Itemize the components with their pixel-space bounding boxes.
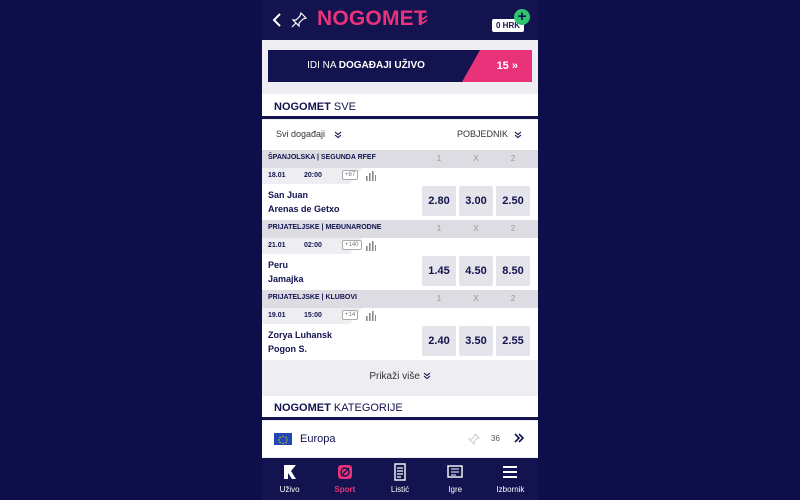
odds-button-2[interactable]: 8.50 bbox=[496, 256, 530, 286]
odds-button-2[interactable]: 2.55 bbox=[496, 326, 530, 356]
match-date: 19.01 bbox=[268, 312, 286, 319]
match-time: 20:00 bbox=[304, 172, 322, 179]
more-markets-badge[interactable]: +140 bbox=[342, 240, 362, 250]
category-label: Europa bbox=[300, 433, 336, 445]
odds-button-1[interactable]: 2.80 bbox=[422, 186, 456, 216]
show-more-button[interactable]: Prikaži više bbox=[262, 362, 538, 392]
pin-icon bbox=[291, 12, 307, 28]
odds-button-1[interactable]: 2.40 bbox=[422, 326, 456, 356]
show-more-label: Prikaži više bbox=[369, 371, 420, 382]
top-header: NOGOMET 0 HRK + bbox=[262, 0, 538, 40]
more-markets-badge[interactable]: +87 bbox=[342, 170, 359, 180]
games-icon bbox=[447, 465, 463, 478]
live-icon bbox=[283, 465, 296, 479]
chevron-down-icon bbox=[423, 372, 431, 380]
stats-icon[interactable] bbox=[366, 171, 376, 181]
pin-icon[interactable] bbox=[468, 433, 480, 445]
live-events-banner[interactable]: IDI NA DOGAĐAJI UŽIVO 15 » bbox=[268, 50, 532, 82]
sport-icon bbox=[337, 465, 352, 479]
league-name: ŠPANJOLSKA | SEGUNDA RFEF bbox=[268, 154, 376, 161]
section-divider bbox=[262, 116, 538, 119]
home-team: Zorya Luhansk bbox=[268, 330, 333, 340]
events-filter-dropdown[interactable]: Svi događaji bbox=[276, 129, 325, 139]
away-team: Jamajka bbox=[268, 274, 304, 284]
double-chevron-right-icon[interactable] bbox=[513, 432, 525, 444]
odds-button-x[interactable]: 4.50 bbox=[459, 256, 493, 286]
pin-button[interactable] bbox=[290, 10, 308, 30]
match-row[interactable]: 19.01 15:00 +14 Zorya Luhansk Pogon S. 2… bbox=[262, 308, 538, 360]
match-date: 21.01 bbox=[268, 242, 286, 249]
nav-item-menu[interactable]: Izbornik bbox=[483, 458, 538, 500]
live-count: 15 » bbox=[496, 60, 518, 72]
page-title[interactable]: NOGOMET bbox=[317, 7, 427, 31]
eu-flag-icon bbox=[274, 433, 292, 445]
nav-label: Igre bbox=[448, 485, 463, 494]
away-team: Arenas de Getxo bbox=[268, 204, 340, 214]
league-header: PRIJATELJSKE | KLUBOVI 1 X 2 bbox=[262, 290, 538, 308]
odds-col-label: 2 bbox=[510, 294, 516, 303]
league-name: PRIJATELJSKE | KLUBOVI bbox=[268, 294, 357, 301]
app-screen: NOGOMET 0 HRK + IDI NA DOGAĐAJI UŽIVO 15… bbox=[262, 0, 538, 500]
nav-label: Listić bbox=[390, 485, 410, 494]
odds-button-2[interactable]: 2.50 bbox=[496, 186, 530, 216]
section-heading-all: NOGOMET SVE bbox=[262, 94, 538, 118]
ticket-icon bbox=[394, 463, 406, 481]
league-header: ŠPANJOLSKA | SEGUNDA RFEF 1 X 2 bbox=[262, 150, 538, 168]
league-header: PRIJATELJSKE | MEĐUNARODNE 1 X 2 bbox=[262, 220, 538, 238]
nav-label: Sport bbox=[334, 485, 356, 494]
stats-icon[interactable] bbox=[366, 311, 376, 321]
odds-col-label: X bbox=[473, 154, 479, 163]
bottom-navigation: Uživo Sport Listić Igre Izbornik bbox=[262, 458, 538, 500]
odds-col-label: X bbox=[473, 224, 479, 233]
section-divider bbox=[262, 417, 538, 420]
odds-col-label: 2 bbox=[510, 224, 516, 233]
match-time: 15:00 bbox=[304, 312, 322, 319]
nav-item-sport[interactable]: Sport bbox=[317, 458, 372, 500]
chevron-left-icon bbox=[272, 13, 281, 27]
odds-col-label: 1 bbox=[436, 224, 442, 233]
chevron-down-icon[interactable] bbox=[334, 131, 342, 139]
live-banner-text: IDI NA DOGAĐAJI UŽIVO bbox=[307, 60, 425, 71]
match-time: 02:00 bbox=[304, 242, 322, 249]
match-row[interactable]: 21.01 02:00 +140 Peru Jamajka 1.45 4.50 … bbox=[262, 238, 538, 290]
nav-label: Izbornik bbox=[496, 485, 525, 494]
category-row-europa[interactable]: Europa 36 bbox=[262, 421, 538, 457]
odds-button-x[interactable]: 3.50 bbox=[459, 326, 493, 356]
nav-item-live[interactable]: Uživo bbox=[262, 458, 317, 500]
double-chevron-right-icon: » bbox=[511, 60, 518, 72]
home-team: Peru bbox=[268, 260, 289, 270]
odds-button-1[interactable]: 1.45 bbox=[422, 256, 456, 286]
section-heading-categories: NOGOMET KATEGORIJE bbox=[262, 396, 538, 418]
nav-item-ticket[interactable]: Listić bbox=[372, 458, 427, 500]
away-team: Pogon S. bbox=[268, 344, 307, 354]
nav-item-games[interactable]: Igre bbox=[428, 458, 483, 500]
match-row[interactable]: 18.01 20:00 +87 San Juan Arenas de Getxo… bbox=[262, 168, 538, 220]
home-team: San Juan bbox=[268, 190, 309, 200]
chevron-down-icon[interactable] bbox=[417, 13, 429, 25]
league-name: PRIJATELJSKE | MEĐUNARODNE bbox=[268, 224, 382, 231]
nav-label: Uživo bbox=[279, 485, 300, 494]
category-count: 36 bbox=[491, 434, 500, 443]
stats-icon[interactable] bbox=[366, 241, 376, 251]
odds-col-label: X bbox=[473, 294, 479, 303]
filter-row: Svi događaji POBJEDNIK bbox=[262, 120, 538, 150]
odds-button-x[interactable]: 3.00 bbox=[459, 186, 493, 216]
market-dropdown[interactable]: POBJEDNIK bbox=[457, 129, 508, 139]
add-funds-button[interactable]: + bbox=[514, 9, 530, 25]
chevron-down-icon[interactable] bbox=[514, 131, 522, 139]
menu-icon bbox=[503, 466, 518, 478]
match-date: 18.01 bbox=[268, 172, 286, 179]
back-button[interactable] bbox=[270, 10, 284, 30]
odds-col-label: 1 bbox=[436, 154, 442, 163]
odds-col-label: 1 bbox=[436, 294, 442, 303]
odds-col-label: 2 bbox=[510, 154, 516, 163]
more-markets-badge[interactable]: +14 bbox=[342, 310, 359, 320]
